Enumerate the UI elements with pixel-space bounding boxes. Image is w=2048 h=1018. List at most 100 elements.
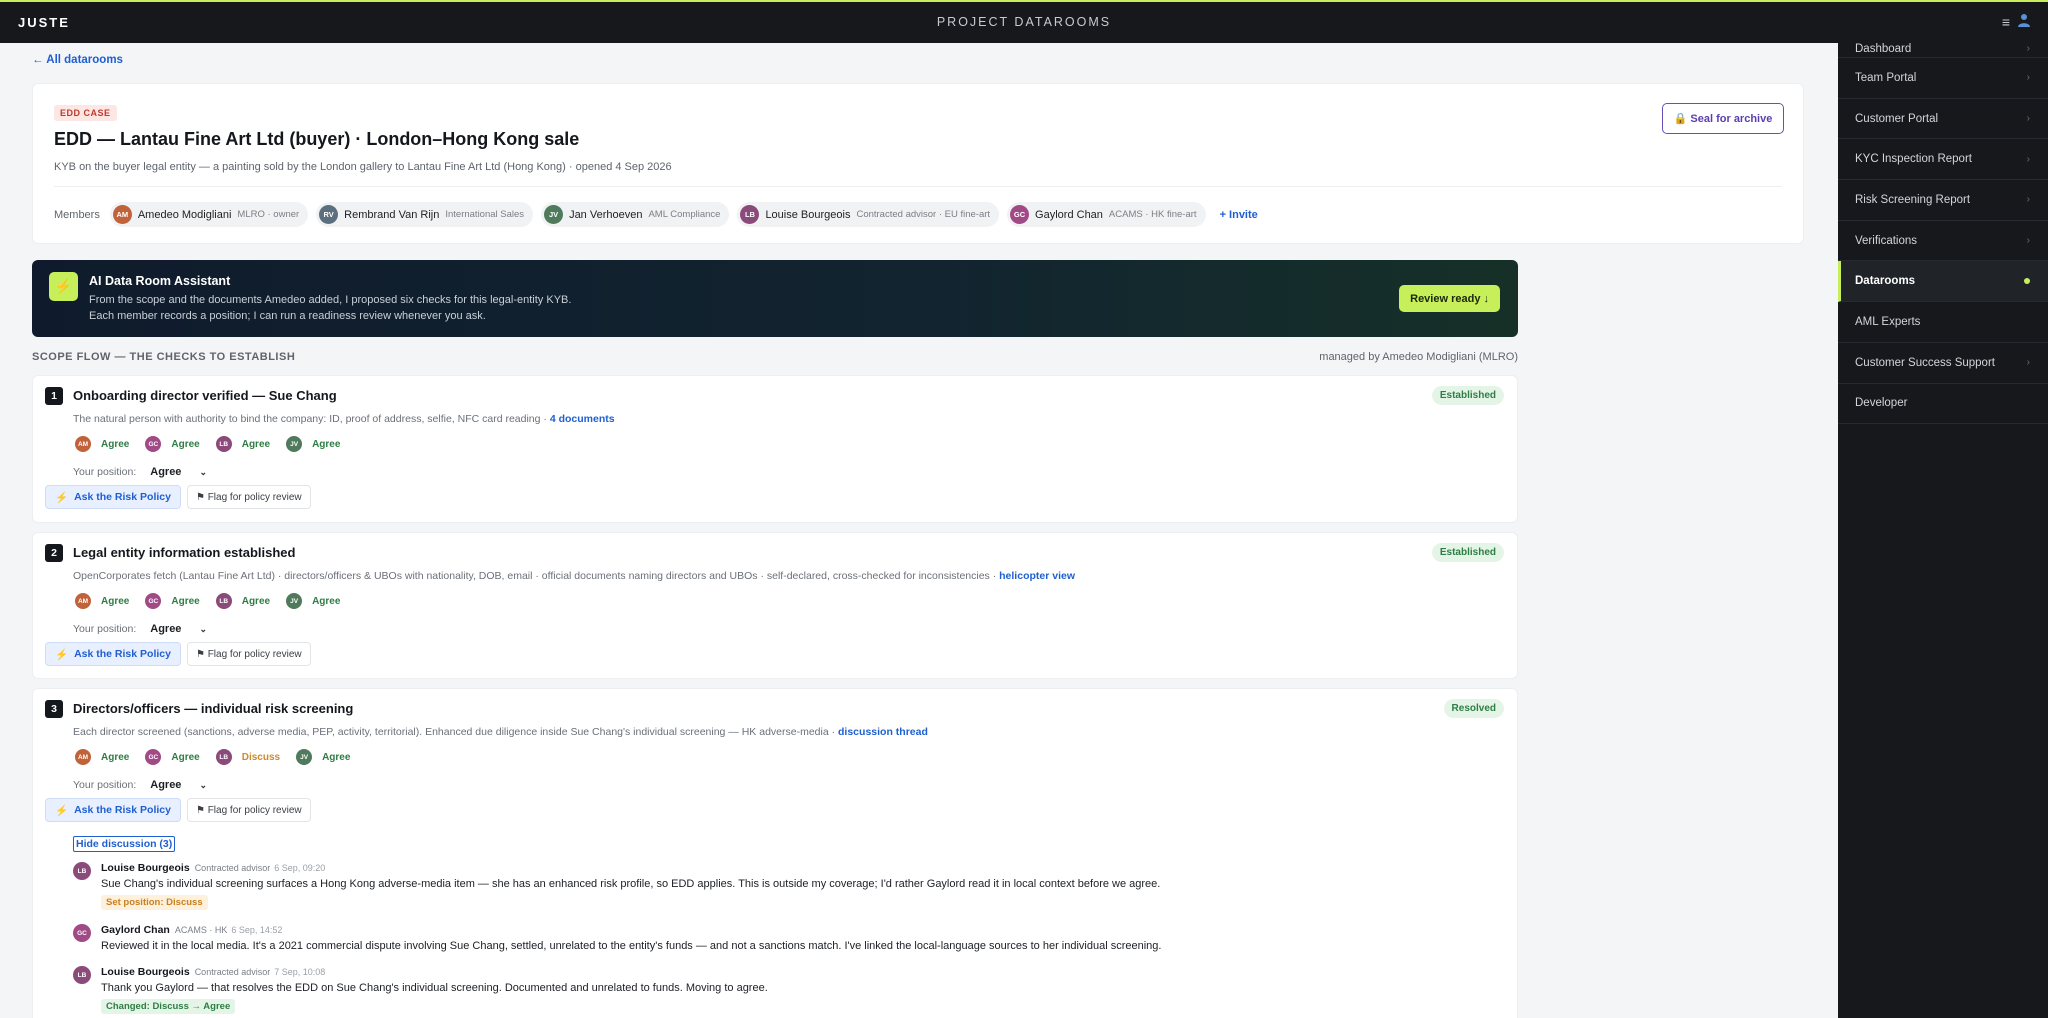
sidebar-item-label: Customer Portal	[1855, 112, 1939, 125]
your-position-row: Your position: Agree ⌄	[73, 623, 207, 635]
member-vote: LB Agree	[215, 593, 271, 609]
member-chip[interactable]: JV Jan Verhoeven AML Compliance	[541, 202, 730, 227]
member-name: Rembrand Van Rijn	[344, 208, 440, 221]
avatar: RV	[319, 205, 339, 224]
section-title: SCOPE FLOW — THE CHECKS TO ESTABLISH	[32, 351, 296, 363]
position-select[interactable]: Agree ⌄	[150, 779, 207, 791]
votes-row: AM Agree GC Agree LB Agree JV Agree	[75, 593, 356, 609]
member-chip[interactable]: GC Gaylord Chan ACAMS · HK fine-art	[1007, 202, 1206, 227]
avatar: AM	[112, 205, 132, 224]
position-value: Agree	[150, 623, 182, 635]
vote-label: Agree	[322, 751, 351, 763]
back-to-datarooms-link[interactable]: ← All datarooms	[32, 54, 123, 66]
user-icon[interactable]	[2018, 13, 2030, 27]
avatar: GC	[73, 924, 91, 942]
member-vote: GC Agree	[145, 436, 200, 452]
active-dot-icon	[2024, 278, 2030, 285]
comment-author: Gaylord Chan	[101, 924, 170, 936]
invite-button[interactable]: + Invite	[1220, 209, 1258, 221]
vote-label: Agree	[171, 438, 200, 450]
chevron-right-icon: ›	[2026, 72, 2030, 84]
discussion-thread-link[interactable]: discussion thread	[838, 726, 928, 738]
check-description: The natural person with authority to bin…	[73, 413, 615, 425]
status-badge: Resolved	[1443, 699, 1504, 718]
check-title: Legal entity information established	[73, 545, 296, 560]
comment-timestamp: 6 Sep, 14:52	[231, 925, 283, 935]
scope-flow-header: SCOPE FLOW — THE CHECKS TO ESTABLISH man…	[32, 351, 1518, 365]
flag-policy-review-button[interactable]: ⚑ Flag for policy review	[186, 485, 311, 509]
sidebar-item-kyc-inspection-report[interactable]: KYC Inspection Report ›	[1838, 139, 2048, 181]
vote-label: Agree	[241, 438, 271, 450]
vote-label: Agree	[241, 595, 271, 607]
member-vote: AM Agree	[75, 436, 129, 452]
sidebar-item-customer-portal[interactable]: Customer Portal ›	[1838, 99, 2048, 140]
avatar: GC	[1010, 205, 1030, 224]
position-select[interactable]: Agree ⌄	[150, 466, 207, 478]
position-value: Agree	[150, 779, 182, 791]
seal-for-archive-button[interactable]: 🔒 Seal for archive	[1662, 103, 1784, 134]
ask-risk-policy-button[interactable]: ⚡ Ask the Risk Policy	[45, 642, 181, 666]
sidebar-item-developer[interactable]: Developer	[1838, 384, 2048, 425]
member-name: Gaylord Chan	[1035, 208, 1103, 221]
member-vote: JV Agree	[286, 436, 340, 452]
sidebar-item-team-portal[interactable]: Team Portal ›	[1838, 58, 2048, 99]
member-chip[interactable]: AM Amedeo Modigliani MLRO · owner	[109, 202, 309, 227]
helicopter-view-link[interactable]: helicopter view	[999, 570, 1075, 582]
position-change-tag: Changed: Discuss → Agree	[101, 999, 236, 1014]
ask-risk-policy-button[interactable]: ⚡ Ask the Risk Policy	[45, 485, 181, 509]
position-select[interactable]: Agree ⌄	[150, 623, 207, 635]
vote-label: Agree	[171, 751, 200, 763]
avatar: LB	[215, 436, 232, 452]
member-vote: LB Discuss	[215, 749, 280, 765]
lightning-icon: ⚡	[55, 804, 69, 817]
ask-risk-policy-button[interactable]: ⚡ Ask the Risk Policy	[45, 798, 181, 822]
sidebar-item-label: KYC Inspection Report	[1855, 153, 1972, 166]
chevron-down-icon: ⌄	[199, 779, 207, 790]
member-chip[interactable]: RV Rembrand Van Rijn International Sales	[316, 202, 534, 227]
flag-policy-review-button[interactable]: ⚑ Flag for policy review	[186, 642, 311, 666]
sidebar-item-risk-screening-report[interactable]: Risk Screening Report ›	[1838, 180, 2048, 221]
comment-timestamp: 7 Sep, 10:08	[274, 967, 326, 977]
avatar: JV	[286, 436, 303, 452]
check-card: 3 Directors/officers — individual risk s…	[32, 688, 1518, 1018]
position-label: Your position:	[73, 466, 137, 478]
avatar: LB	[73, 966, 91, 984]
status-badge: Established	[1431, 543, 1504, 562]
check-card: 2 Legal entity information established E…	[32, 532, 1518, 679]
members-row: Members AM Amedeo Modigliani MLRO · owne…	[54, 202, 1258, 227]
discussion-comment: LB Louise Bourgeois Contracted advisor 6 S…	[73, 862, 1273, 910]
check-number: 3	[45, 700, 63, 718]
your-position-row: Your position: Agree ⌄	[73, 466, 207, 478]
sidebar-item-aml-experts[interactable]: AML Experts	[1838, 302, 2048, 343]
hide-discussion-button[interactable]: Hide discussion (3)	[73, 836, 176, 852]
sidebar-item-customer-success-support[interactable]: Customer Success Support ›	[1838, 343, 2048, 384]
avatar: GC	[145, 749, 162, 765]
comment-header: Gaylord Chan ACAMS · HK 6 Sep, 14:52	[101, 924, 282, 936]
votes-row: AM Agree GC Agree LB Discuss JV Agree	[75, 749, 366, 765]
avatar: JV	[296, 749, 313, 765]
votes-row: AM Agree GC Agree LB Agree JV Agree	[75, 436, 356, 452]
member-chip[interactable]: LB Louise Bourgeois Contracted advisor ·…	[737, 202, 1000, 227]
comment-text: Thank you Gaylord — that resolves the ED…	[101, 982, 768, 994]
comment-role: Contracted advisor	[194, 863, 271, 873]
flag-policy-review-button[interactable]: ⚑ Flag for policy review	[186, 798, 311, 822]
menu-icon[interactable]: ≡	[2002, 14, 2010, 30]
review-ready-button[interactable]: Review ready ↓	[1399, 285, 1500, 312]
avatar: AM	[75, 436, 91, 452]
position-change-tag: Set position: Discuss	[101, 895, 208, 910]
sidebar-item-datarooms[interactable]: Datarooms	[1838, 261, 2048, 303]
sidebar-item-verifications[interactable]: Verifications ›	[1838, 221, 2048, 262]
sidebar-item-dashboard[interactable]: Dashboard ›	[1838, 43, 2048, 58]
button-label: Ask the Risk Policy	[74, 804, 171, 816]
comment-text: Reviewed it in the local media. It's a 2…	[101, 940, 1162, 952]
chevron-down-icon: ⌄	[199, 466, 207, 477]
comment-header: Louise Bourgeois Contracted advisor 7 Sep,…	[101, 966, 325, 978]
sidebar-item-label: Risk Screening Report	[1855, 193, 1971, 206]
vote-label: Agree	[312, 438, 341, 450]
avatar: GC	[145, 436, 162, 452]
vote-label: Agree	[101, 751, 130, 763]
divider	[54, 186, 1782, 187]
member-role: Contracted advisor · EU fine-art	[856, 209, 991, 220]
member-vote: GC Agree	[145, 749, 200, 765]
documents-link[interactable]: 4 documents	[550, 413, 615, 425]
